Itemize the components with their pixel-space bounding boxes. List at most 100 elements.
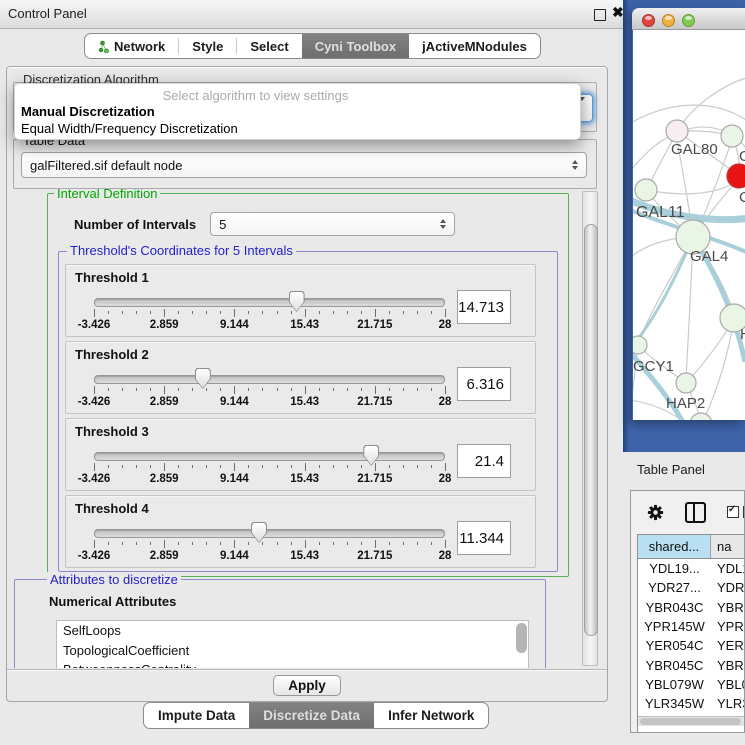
number-of-intervals-combobox[interactable]: 5 <box>210 212 455 236</box>
network-node[interactable] <box>633 336 647 354</box>
network-canvas[interactable]: GAL80GACGAL11GAL4GCY1HHAP2 <box>633 30 745 420</box>
table-row[interactable]: YBL079WYBL0 <box>638 675 745 694</box>
table-data-combobox[interactable]: galFiltered.sif default node <box>21 152 587 178</box>
tab-network-label: Network <box>114 39 165 54</box>
threshold-value-field[interactable]: 14.713 <box>457 290 511 324</box>
attribute-item[interactable]: SelfLoops <box>57 621 528 641</box>
network-icon <box>98 40 109 53</box>
network-node[interactable] <box>690 413 712 420</box>
network-node-label: C <box>739 189 745 206</box>
threshold-slider[interactable]: -3.4262.8599.14415.4321.71528 <box>94 520 445 560</box>
numerical-attributes-list[interactable]: SelfLoopsTopologicalCoefficientBetweenne… <box>56 620 529 668</box>
tab-infer-network[interactable]: Infer Network <box>374 703 488 728</box>
apply-button[interactable]: Apply <box>273 675 341 696</box>
threshold-value-field[interactable]: 11.344 <box>457 521 511 555</box>
tab-style[interactable]: Style <box>179 34 236 58</box>
network-node-label: HAP2 <box>666 395 705 412</box>
tick-mark <box>94 463 95 471</box>
tick-mark <box>234 540 235 548</box>
cell-shared-name: YLR345W <box>638 696 711 711</box>
tick-mark <box>431 465 432 468</box>
table-row[interactable]: YLR345WYLR3 <box>638 694 745 713</box>
checkbox-icon[interactable] <box>727 506 739 518</box>
tab-discretize-data[interactable]: Discretize Data <box>249 703 374 728</box>
tick-mark <box>206 311 207 314</box>
tab-impute-data[interactable]: Impute Data <box>144 703 249 728</box>
table-row[interactable]: YER054CYER0 <box>638 636 745 655</box>
slider-track[interactable] <box>94 452 445 461</box>
slider-tick-labels: -3.4262.8599.14415.4321.71528 <box>94 550 445 562</box>
zoom-traffic-light-icon[interactable] <box>682 14 695 27</box>
tick-mark <box>248 542 249 545</box>
network-node[interactable] <box>635 179 657 201</box>
hscrollbar-thumb[interactable] <box>640 718 741 725</box>
number-of-intervals-value: 5 <box>219 217 226 232</box>
dropdown-option-equal-width[interactable]: Equal Width/Frequency Discretization <box>15 120 580 137</box>
threshold-slider[interactable]: -3.4262.8599.14415.4321.71528 <box>94 443 445 483</box>
attribute-item[interactable]: BetweennessCentrality <box>57 660 528 668</box>
close-traffic-light-icon[interactable] <box>642 14 655 27</box>
slider-thumb[interactable] <box>195 368 211 389</box>
column-header-name[interactable]: na <box>711 535 745 558</box>
tab-cyni-toolbox[interactable]: Cyni Toolbox <box>302 34 409 58</box>
threshold-value-field[interactable]: 6.316 <box>457 367 511 401</box>
tick-mark <box>164 309 165 317</box>
cell-shared-name: YER054C <box>638 638 711 653</box>
table-horizontal-scrollbar[interactable] <box>638 716 745 726</box>
threshold-value-field[interactable]: 21.4 <box>457 444 511 478</box>
tick-mark <box>361 311 362 314</box>
cyni-toolbox-panel: Discretization Algorithm Select algorith… <box>6 66 608 702</box>
attribute-item[interactable]: TopologicalCoefficient <box>57 641 528 661</box>
threshold-box: Threshold 1 -3.4262.8599.14415.4321.7152… <box>65 264 536 337</box>
network-window-titlebar[interactable] <box>632 8 745 30</box>
table-row[interactable]: YDL19...YDL1 <box>638 559 745 578</box>
table-header: shared... na <box>638 535 745 559</box>
tab-network[interactable]: Network <box>85 34 178 58</box>
slider-track[interactable] <box>94 529 445 538</box>
tick-mark <box>220 465 221 468</box>
slider-thumb[interactable] <box>363 445 379 466</box>
table-row[interactable]: YPR145WYPR1 <box>638 617 745 636</box>
interval-definition-section: Interval Definition Number of Intervals … <box>47 193 569 577</box>
threshold-slider[interactable]: -3.4262.8599.14415.4321.71528 <box>94 289 445 329</box>
tab-select[interactable]: Select <box>237 34 301 58</box>
tick-mark <box>277 542 278 545</box>
slider-thumb[interactable] <box>251 522 267 543</box>
threshold-box: Threshold 2 -3.4262.8599.14415.4321.7152… <box>65 341 536 414</box>
tick-mark <box>136 311 137 314</box>
table-row[interactable]: YBR045CYBR0 <box>638 655 745 674</box>
numerical-attributes-label: Numerical Attributes <box>49 594 176 609</box>
tick-mark <box>361 542 362 545</box>
gear-icon[interactable] <box>647 504 664 521</box>
table-row[interactable]: YBR043CYBR0 <box>638 598 745 617</box>
split-panel-icon[interactable] <box>685 502 706 523</box>
column-header-shared-name[interactable]: shared... <box>638 535 711 558</box>
tick-mark <box>389 542 390 545</box>
slider-track[interactable] <box>94 298 445 307</box>
minimize-traffic-light-icon[interactable] <box>662 14 675 27</box>
tick-mark <box>445 309 446 317</box>
network-node[interactable] <box>676 373 696 393</box>
tick-mark <box>291 388 292 391</box>
slider-track[interactable] <box>94 375 445 384</box>
network-edge[interactable] <box>646 180 739 194</box>
tick-mark <box>333 542 334 545</box>
panel-scrollbar-thumb[interactable] <box>584 224 598 636</box>
list-scrollbar-thumb[interactable] <box>516 623 527 653</box>
tab-jactivemnodules[interactable]: jActiveMNodules <box>409 34 540 58</box>
threshold-slider[interactable]: -3.4262.8599.14415.4321.71528 <box>94 366 445 406</box>
tick-mark <box>347 388 348 391</box>
tick-mark <box>234 463 235 471</box>
network-node-label: GAL80 <box>671 141 718 158</box>
table-row[interactable]: YDR27...YDR2 <box>638 578 745 597</box>
network-edge[interactable] <box>703 318 734 420</box>
network-edge[interactable] <box>677 78 745 131</box>
close-icon[interactable]: ✖ <box>612 4 624 21</box>
network-node[interactable] <box>666 120 688 142</box>
panel-vertical-scrollbar[interactable] <box>582 191 598 666</box>
network-node[interactable] <box>721 125 743 147</box>
network-node[interactable] <box>727 164 745 188</box>
dropdown-option-manual[interactable]: Manual Discretization <box>15 103 580 120</box>
slider-thumb[interactable] <box>289 291 305 312</box>
float-window-icon[interactable] <box>594 9 606 21</box>
